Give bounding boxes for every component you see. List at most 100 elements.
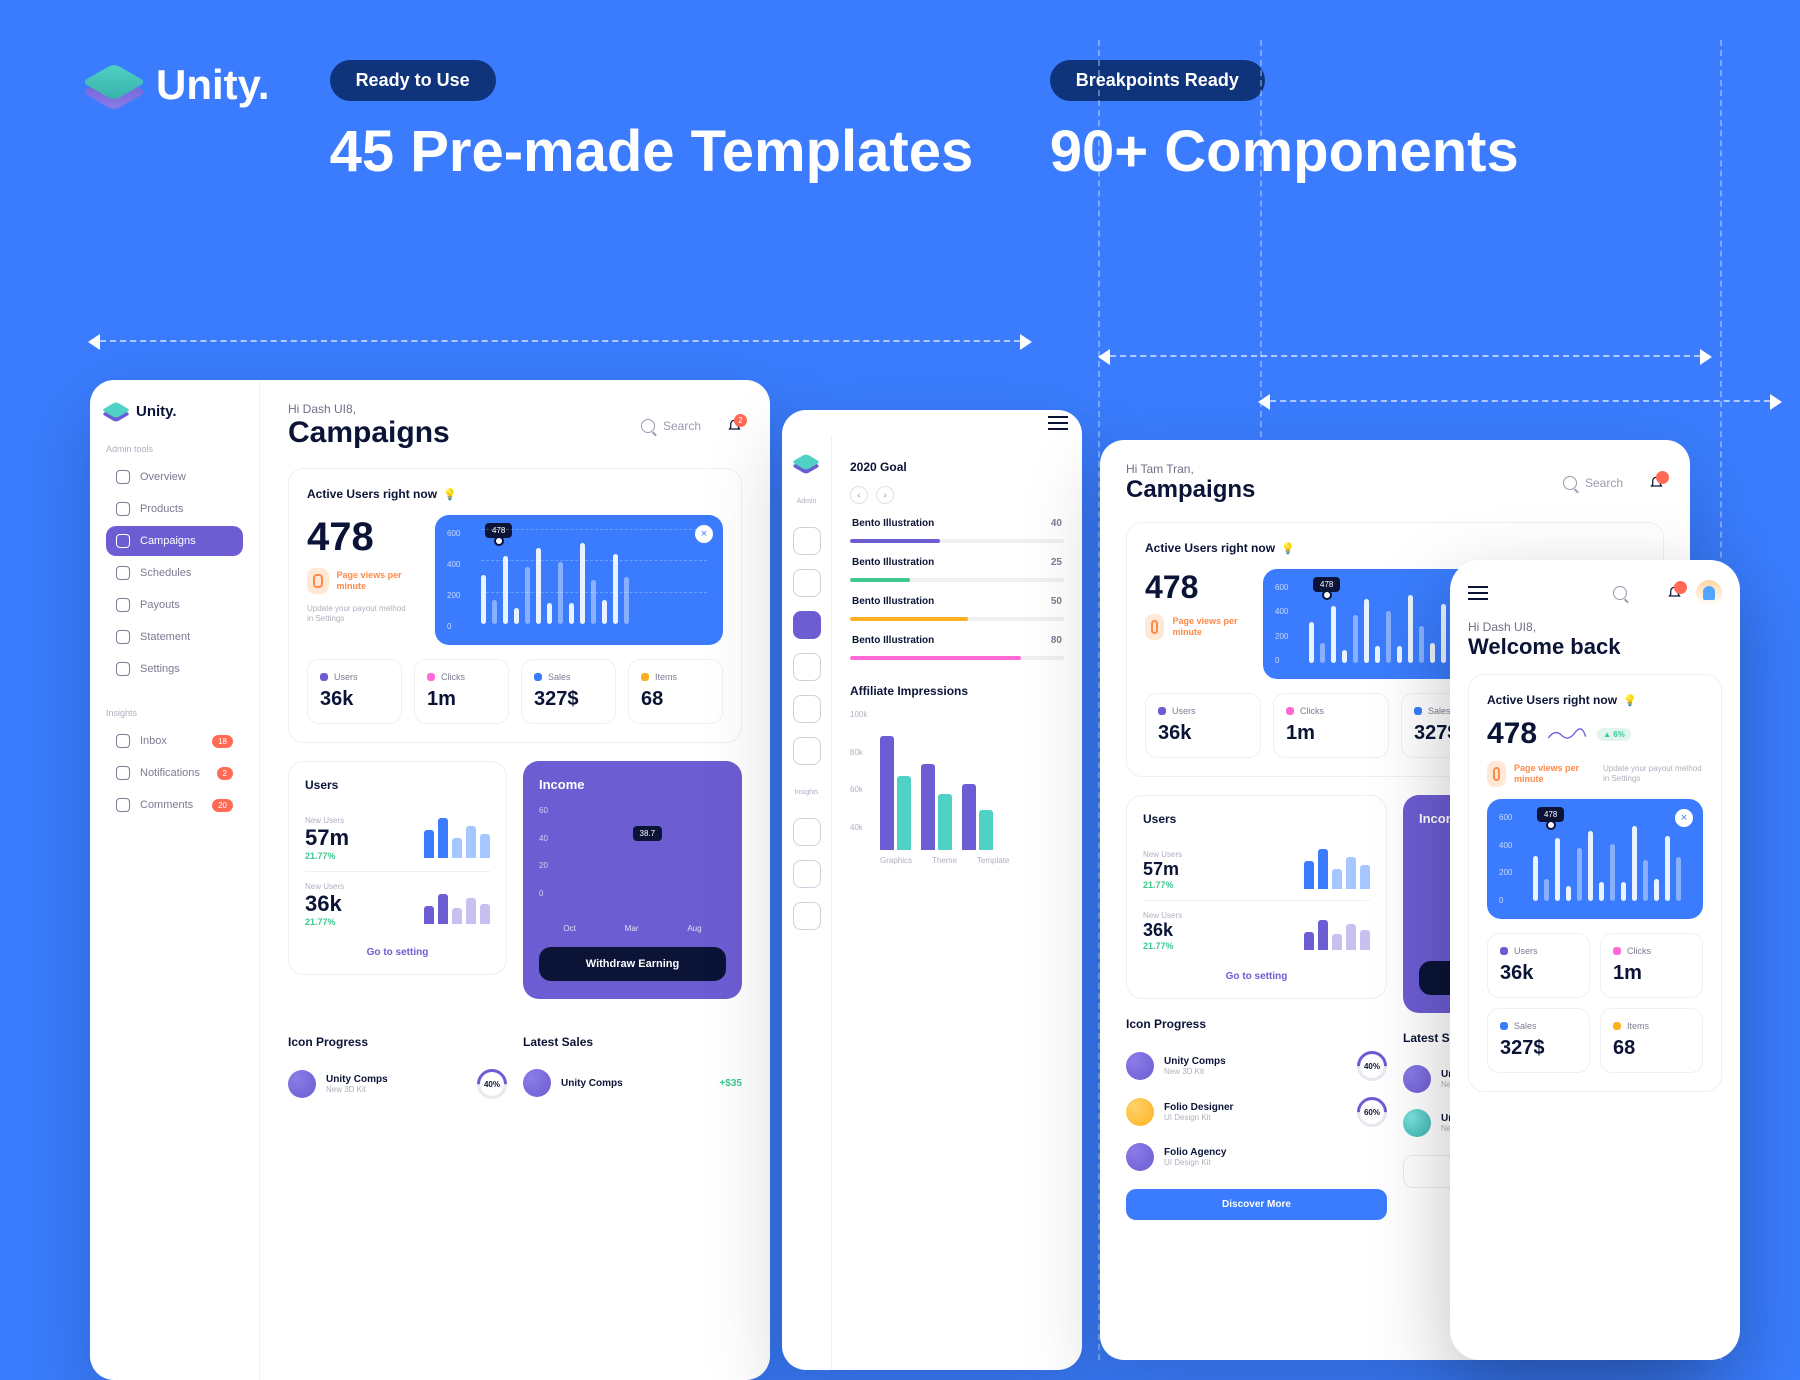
chart-y-axis: 6004002000 (447, 529, 460, 631)
sale-item[interactable]: Unity Comps+$35 (523, 1061, 742, 1105)
bulb-icon: 💡 (443, 488, 457, 501)
search-input[interactable]: Search (1563, 476, 1623, 490)
schedules-icon (116, 566, 130, 580)
badge: 2 (217, 767, 233, 780)
sidebar-item-label: Schedules (140, 567, 191, 579)
active-users-chart: × 6004002000 478 (435, 515, 723, 645)
bulb-icon: 💡 (1623, 694, 1637, 707)
hint-text: Update your payout method in Settings (1603, 764, 1703, 785)
product-icon (1403, 1109, 1431, 1137)
panel-heading: Income (539, 777, 726, 792)
menu-button[interactable] (1468, 592, 1488, 594)
stat-card: Users36k (1145, 693, 1261, 758)
panel-heading: Active Users right now (1145, 541, 1275, 555)
users-card: Users New Users57m21.77% New Users36k21.… (1126, 795, 1387, 999)
section-heading: Latest Sales (523, 1035, 742, 1049)
sidebar-item-inbox[interactable]: Inbox 18 (106, 726, 243, 756)
secondary-preview: Admin Insights 2020 Goal ‹ › Bento Illus… (782, 410, 1082, 1370)
go-to-setting-link[interactable]: Go to setting (1143, 961, 1370, 982)
sidebar-item-label: Products (140, 503, 183, 515)
sidebar-item-label: Inbox (140, 735, 167, 747)
stat-value: 36k (305, 891, 412, 917)
sidebar-item-schedules[interactable]: Schedules (106, 558, 243, 588)
discover-more-button[interactable]: Discover More (1126, 1189, 1387, 1220)
brand-name: Unity. (156, 61, 270, 109)
search-icon (1563, 476, 1577, 490)
hint-text: Update your payout method in Settings (307, 604, 407, 625)
product-icon (1126, 1098, 1154, 1126)
stat-card: Clicks1m (414, 659, 509, 724)
bulb-icon: 💡 (1281, 542, 1295, 555)
sidebar-item-products[interactable]: Products (106, 494, 243, 524)
active-users-value: 478 (1145, 569, 1245, 606)
page-title: Campaigns (1126, 476, 1255, 504)
notifications-button[interactable]: 2 (727, 418, 742, 435)
rail-item[interactable] (793, 818, 821, 846)
pageviews-icon (307, 568, 329, 594)
progress-item[interactable]: Folio AgencyUI Design Kit (1126, 1135, 1387, 1179)
greeting: Hi Dash UI8, (288, 402, 450, 416)
brand-logo-icon (106, 400, 128, 422)
rail-item[interactable] (793, 902, 821, 930)
stat-pct: 21.77% (305, 917, 412, 927)
avatar[interactable] (1696, 580, 1722, 606)
panel-heading: Active Users right now (1487, 693, 1617, 707)
active-users-panel: Active Users right now💡 478 ▲ 6% Page vi… (1468, 674, 1722, 1092)
panel-heading: Affiliate Impressions (850, 684, 1064, 698)
pageviews-icon (1145, 614, 1164, 640)
nav-next[interactable]: › (876, 486, 894, 504)
sidebar-item-notifications[interactable]: Notifications2 (106, 758, 243, 788)
progress-item[interactable]: Folio DesignerUI Design Kit60% (1126, 1089, 1387, 1135)
badge (1674, 581, 1687, 594)
badge (1656, 471, 1669, 484)
progress-ring: 40% (477, 1069, 507, 1099)
chart-tooltip: 38.7 (633, 826, 663, 841)
sidebar-brand[interactable]: Unity. (106, 400, 243, 422)
sparkline (424, 886, 490, 924)
rail-item[interactable] (793, 737, 821, 765)
sidebar-item-settings[interactable]: Settings (106, 654, 243, 684)
item-subtitle: New 3D Kit (326, 1085, 388, 1094)
badge: 2 (734, 414, 747, 427)
withdraw-button[interactable]: Withdraw Earning (539, 947, 726, 981)
progress-ring: 60% (1357, 1097, 1387, 1127)
sidebar-item-label: Comments (140, 799, 193, 811)
campaigns-icon (116, 534, 130, 548)
search-input[interactable]: Search (641, 419, 701, 433)
hero-title-1: 45 Pre-made Templates (330, 119, 990, 186)
notifications-button[interactable] (1667, 585, 1682, 602)
menu-button[interactable] (1048, 422, 1068, 424)
sidebar-item-campaigns[interactable]: Campaigns (106, 526, 243, 556)
notifications-button[interactable] (1649, 475, 1664, 492)
rail-label: Insights (794, 789, 818, 796)
active-users-value: 478 (307, 515, 417, 560)
rail-item[interactable] (793, 569, 821, 597)
go-to-setting-link[interactable]: Go to setting (305, 937, 490, 958)
settings-icon (116, 662, 130, 676)
rail-item[interactable] (793, 860, 821, 888)
section-heading: Icon Progress (288, 1035, 507, 1049)
sidebar-item-label: Settings (140, 663, 180, 675)
badge: 18 (212, 735, 233, 748)
rail-item[interactable] (793, 653, 821, 681)
sidebar-item-comments[interactable]: Comments 20 (106, 790, 243, 820)
progress-item[interactable]: Unity CompsNew 3D Kit40% (288, 1061, 507, 1107)
page-title: Welcome back (1468, 634, 1722, 660)
stat-sublabel: New Users (305, 816, 412, 825)
product-icon (1126, 1143, 1154, 1171)
search-button[interactable] (1613, 586, 1627, 600)
sidebar-item-payouts[interactable]: Payouts (106, 590, 243, 620)
stat-card: Clicks1m (1273, 693, 1389, 758)
stat-card: Users36k (307, 659, 402, 724)
nav-prev[interactable]: ‹ (850, 486, 868, 504)
sidebar-item-overview[interactable]: Overview (106, 462, 243, 492)
rail-item[interactable] (793, 527, 821, 555)
stat-card: Users36k (1487, 933, 1590, 998)
rail-item[interactable] (793, 695, 821, 723)
sidebar-item-label: Overview (140, 471, 186, 483)
rail-item[interactable] (793, 611, 821, 639)
progress-item[interactable]: Unity CompsNew 3D Kit40% (1126, 1043, 1387, 1089)
badge: 20 (212, 799, 233, 812)
sparkline (424, 820, 490, 858)
sidebar-item-statement[interactable]: Statement (106, 622, 243, 652)
